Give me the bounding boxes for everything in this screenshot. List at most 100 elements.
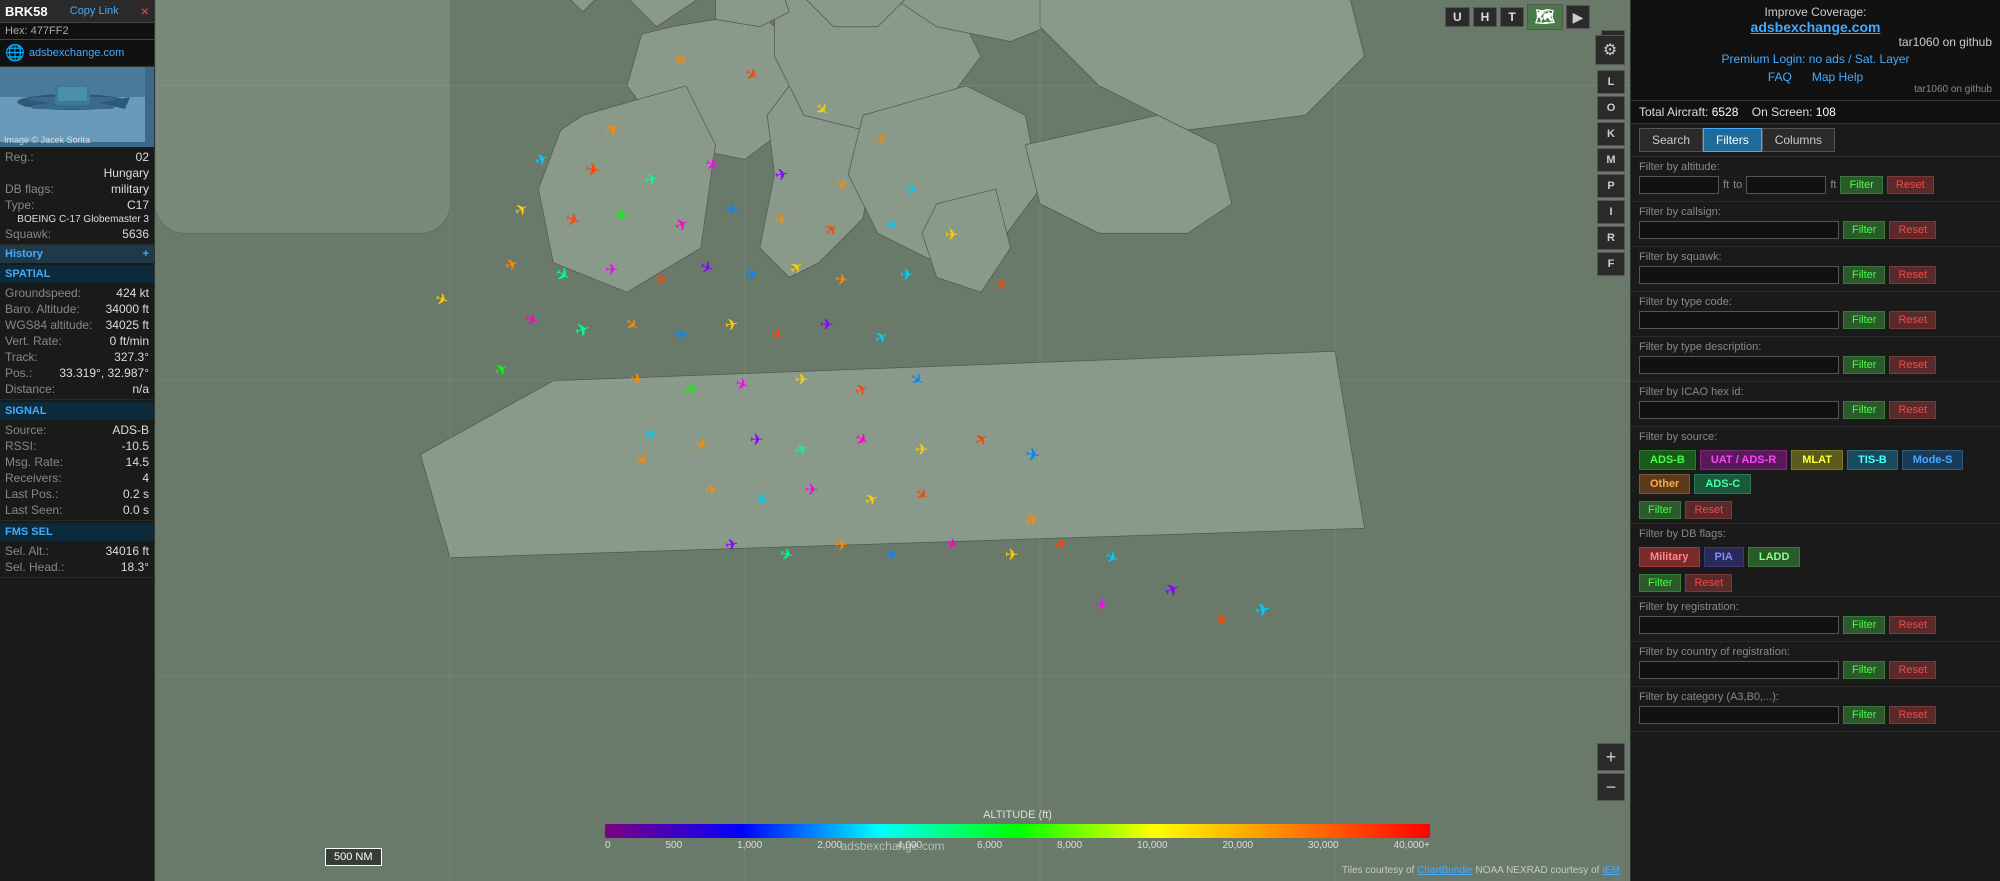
source-filter-actions: Filter Reset <box>1639 501 1992 519</box>
squawk-filter: Filter by squawk: Filter Reset <box>1631 247 2000 292</box>
country-reset-button[interactable]: Reset <box>1889 661 1936 679</box>
source-other-button[interactable]: Other <box>1639 474 1690 494</box>
altitude-filter: Filter by altitude: ft to ft Filter Rese… <box>1631 157 2000 202</box>
u-button[interactable]: U <box>1445 7 1470 27</box>
source-reset-button[interactable]: Reset <box>1685 501 1732 519</box>
on-screen-stat: On Screen: 108 <box>1752 105 1836 119</box>
type-code-reset-button[interactable]: Reset <box>1889 311 1936 329</box>
squawk-filter-label: Filter by squawk: <box>1639 251 1992 263</box>
premium-link[interactable]: Premium Login: no ads / Sat. Layer <box>1721 52 1909 66</box>
site-url-link[interactable]: adsbexchange.com <box>29 47 124 59</box>
nav-m-button[interactable]: M <box>1597 148 1625 172</box>
category-input[interactable] <box>1639 706 1839 724</box>
squawk-filter-button[interactable]: Filter <box>1843 266 1885 284</box>
h-button[interactable]: H <box>1473 7 1498 27</box>
map-control-bar: U H T 🗺 ▶ <box>1445 4 1590 30</box>
type-code-input[interactable] <box>1639 311 1839 329</box>
scale-bar: 500 NM <box>325 848 382 866</box>
icao-input[interactable] <box>1639 401 1839 419</box>
reg-filter-button[interactable]: Filter <box>1843 616 1885 634</box>
iem-link[interactable]: IEM <box>1602 865 1620 876</box>
type-desc-filter-button[interactable]: Filter <box>1843 356 1885 374</box>
sat-layer-button[interactable]: 🗺 <box>1527 4 1563 30</box>
history-add-button[interactable]: + <box>143 248 149 260</box>
source-mode-s-button[interactable]: Mode-S <box>1902 450 1964 470</box>
flag-pia-button[interactable]: PIA <box>1704 547 1744 567</box>
aircraft-top-bar: BRK58 Copy Link × <box>0 0 154 23</box>
map-container[interactable]: ✈ ✈ ✈ ✈ ✈ ✈ ✈ ✈ ✈ ✈ ✈ ✈ ✈ ✈ ✈ ✈ ✈ ✈ ✈ ✈ … <box>155 0 1630 881</box>
type-desc-reset-button[interactable]: Reset <box>1889 356 1936 374</box>
source-ads-c-button[interactable]: ADS-C <box>1694 474 1751 494</box>
columns-tab[interactable]: Columns <box>1762 128 1835 152</box>
callsign-reset-button[interactable]: Reset <box>1889 221 1936 239</box>
last-pos-label: Last Pos.: <box>5 487 58 501</box>
callsign-filter: Filter by callsign: Filter Reset <box>1631 202 2000 247</box>
close-button[interactable]: × <box>141 3 149 19</box>
country-input[interactable] <box>1639 661 1839 679</box>
fms-label: FMS SEL <box>5 526 53 538</box>
filter-tabs: Search Filters Columns <box>1631 124 2000 157</box>
nav-p-button[interactable]: P <box>1597 174 1625 198</box>
callsign-input[interactable] <box>1639 221 1839 239</box>
squawk-reset-button[interactable]: Reset <box>1889 266 1936 284</box>
zoom-out-button[interactable]: − <box>1597 773 1625 801</box>
country-value: Hungary <box>104 166 149 180</box>
type-value: C17 <box>127 198 149 212</box>
hex-bar: Hex: 477FF2 <box>0 23 154 40</box>
type-code-filter-button[interactable]: Filter <box>1843 311 1885 329</box>
country-filter-button[interactable]: Filter <box>1843 661 1885 679</box>
wgs84-label: WGS84 altitude: <box>5 318 92 332</box>
arrow-right-button[interactable]: ▶ <box>1566 5 1590 29</box>
altitude-from-input[interactable] <box>1639 176 1719 194</box>
icao-reset-button[interactable]: Reset <box>1889 401 1936 419</box>
icao-filter-row: Filter Reset <box>1639 401 1992 419</box>
nav-r-button[interactable]: R <box>1597 226 1625 250</box>
source-uat-button[interactable]: UAT / ADS-R <box>1700 450 1787 470</box>
filters-tab[interactable]: Filters <box>1703 128 1762 152</box>
nav-k-button[interactable]: K <box>1597 122 1625 146</box>
flag-military-button[interactable]: Military <box>1639 547 1700 567</box>
adsb-link[interactable]: adsbexchange.com <box>1639 19 1992 35</box>
search-tab[interactable]: Search <box>1639 128 1703 152</box>
squawk-input[interactable] <box>1639 266 1839 284</box>
altitude-reset-button[interactable]: Reset <box>1887 176 1934 194</box>
category-filter-button[interactable]: Filter <box>1843 706 1885 724</box>
source-filter-button[interactable]: Filter <box>1639 501 1681 519</box>
reg-reset-button[interactable]: Reset <box>1889 616 1936 634</box>
db-filter-button[interactable]: Filter <box>1639 574 1681 592</box>
db-reset-button[interactable]: Reset <box>1685 574 1732 592</box>
total-aircraft-value: 6528 <box>1712 105 1739 119</box>
receivers-label: Receivers: <box>5 471 62 485</box>
zoom-in-button[interactable]: + <box>1597 743 1625 771</box>
registration-input[interactable] <box>1639 616 1839 634</box>
squawk-label: Squawk: <box>5 227 51 241</box>
category-reset-button[interactable]: Reset <box>1889 706 1936 724</box>
nav-o-button[interactable]: O <box>1597 96 1625 120</box>
spatial-section: Groundspeed: 424 kt Baro. Altitude: 3400… <box>0 283 154 400</box>
source-mlat-button[interactable]: MLAT <box>1791 450 1843 470</box>
source-tis-b-button[interactable]: TIS-B <box>1847 450 1898 470</box>
map-help-link[interactable]: Map Help <box>1812 70 1863 84</box>
flag-ladd-button[interactable]: LADD <box>1748 547 1801 567</box>
type-desc-input[interactable] <box>1639 356 1839 374</box>
nav-i-button[interactable]: I <box>1597 200 1625 224</box>
nav-l-button[interactable]: L <box>1597 70 1625 94</box>
copy-link-button[interactable]: Copy Link <box>70 5 119 17</box>
icao-filter-label: Filter by ICAO hex id: <box>1639 386 1992 398</box>
aircraft-image-placeholder: Image © Jacek Sorita <box>0 67 145 142</box>
icao-filter-button[interactable]: Filter <box>1843 401 1885 419</box>
callsign-filter-button[interactable]: Filter <box>1843 221 1885 239</box>
type-code-filter-row: Filter Reset <box>1639 311 1992 329</box>
right-header: Improve Coverage: adsbexchange.com tar10… <box>1631 0 2000 101</box>
registration-filter: Filter by registration: Filter Reset <box>1631 597 2000 642</box>
altitude-to-input[interactable] <box>1746 176 1826 194</box>
scale-label: 500 NM <box>334 851 373 863</box>
altitude-filter-button[interactable]: Filter <box>1840 176 1882 194</box>
source-ads-b-button[interactable]: ADS-B <box>1639 450 1696 470</box>
t-button[interactable]: T <box>1500 7 1523 27</box>
gear-button[interactable]: ⚙ <box>1595 35 1625 65</box>
faq-link[interactable]: FAQ <box>1768 70 1792 84</box>
category-filter-row: Filter Reset <box>1639 706 1992 724</box>
nav-f-button[interactable]: F <box>1597 252 1625 276</box>
chartbundle-link[interactable]: ChartBundle <box>1417 865 1473 876</box>
